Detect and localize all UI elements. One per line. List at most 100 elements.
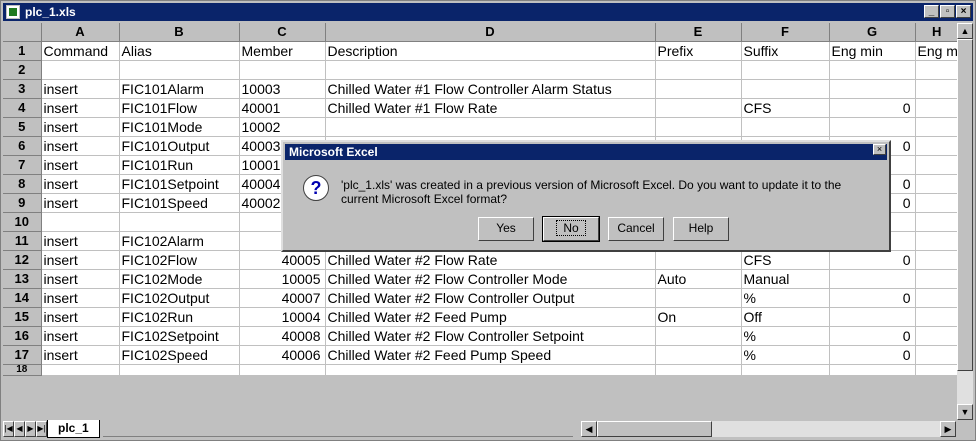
cell[interactable]: FIC101Output: [119, 136, 240, 156]
cell[interactable]: FIC101Mode: [119, 117, 240, 137]
cell[interactable]: [655, 364, 742, 376]
cell[interactable]: 40008: [239, 326, 326, 346]
vertical-scrollbar[interactable]: ▲ ▼: [957, 23, 973, 420]
column-header[interactable]: B: [119, 23, 240, 42]
scroll-right-arrow-icon[interactable]: ▶: [940, 421, 956, 437]
cell[interactable]: Prefix: [655, 41, 742, 61]
cell[interactable]: [239, 364, 326, 376]
cell[interactable]: insert: [41, 193, 120, 213]
last-sheet-arrow-icon[interactable]: ▶|: [36, 421, 47, 437]
row-header[interactable]: 13: [3, 269, 42, 289]
cell[interactable]: 0: [829, 250, 916, 270]
row-header[interactable]: 14: [3, 288, 42, 308]
row-header[interactable]: 17: [3, 345, 42, 365]
cell[interactable]: [655, 326, 742, 346]
cell[interactable]: FIC102Mode: [119, 269, 240, 289]
cell[interactable]: 40007: [239, 288, 326, 308]
scroll-left-arrow-icon[interactable]: ◀: [581, 421, 597, 437]
cell[interactable]: Alias: [119, 41, 240, 61]
cell[interactable]: insert: [41, 174, 120, 194]
cell[interactable]: 0: [829, 326, 916, 346]
cell[interactable]: Chilled Water #2 Flow Controller Setpoin…: [325, 326, 656, 346]
cell[interactable]: [741, 364, 830, 376]
vertical-scroll-thumb[interactable]: [957, 39, 973, 371]
prev-sheet-arrow-icon[interactable]: ◀: [14, 421, 25, 437]
cell[interactable]: [829, 364, 916, 376]
cancel-button[interactable]: Cancel: [608, 217, 664, 241]
cell[interactable]: Auto: [655, 269, 742, 289]
row-header[interactable]: 10: [3, 212, 42, 232]
cell[interactable]: Eng m: [915, 41, 959, 61]
window-titlebar[interactable]: plc_1.xls _ ▫ ×: [3, 3, 973, 21]
cell[interactable]: [915, 269, 959, 289]
cell[interactable]: FIC101Run: [119, 155, 240, 175]
cell[interactable]: Chilled Water #1 Flow Controller Alarm S…: [325, 79, 656, 99]
cell[interactable]: Chilled Water #2 Flow Rate: [325, 250, 656, 270]
scroll-up-arrow-icon[interactable]: ▲: [957, 23, 973, 39]
cell[interactable]: Chilled Water #2 Flow Controller Mode: [325, 269, 656, 289]
row-header[interactable]: 8: [3, 174, 42, 194]
cell[interactable]: 0: [829, 288, 916, 308]
column-header[interactable]: G: [829, 23, 916, 42]
cell[interactable]: insert: [41, 269, 120, 289]
cell[interactable]: [915, 98, 959, 118]
row-header[interactable]: 9: [3, 193, 42, 213]
cell[interactable]: [915, 155, 959, 175]
cell[interactable]: Chilled Water #2 Flow Controller Output: [325, 288, 656, 308]
cell[interactable]: [829, 117, 916, 137]
cell[interactable]: insert: [41, 345, 120, 365]
horizontal-scrollbar[interactable]: ◀ ▶: [581, 421, 956, 437]
cell[interactable]: [119, 364, 240, 376]
next-sheet-arrow-icon[interactable]: ▶: [25, 421, 36, 437]
help-button[interactable]: Help: [673, 217, 729, 241]
row-header[interactable]: 11: [3, 231, 42, 251]
scroll-down-arrow-icon[interactable]: ▼: [957, 404, 973, 420]
row-header[interactable]: 16: [3, 326, 42, 346]
cell[interactable]: 10003: [239, 79, 326, 99]
cell[interactable]: [915, 307, 959, 327]
cell[interactable]: [41, 364, 120, 376]
cell[interactable]: FIC102Alarm: [119, 231, 240, 251]
cell[interactable]: Off: [741, 307, 830, 327]
cell[interactable]: [915, 326, 959, 346]
cell[interactable]: [41, 212, 120, 232]
cell[interactable]: Member: [239, 41, 326, 61]
row-header[interactable]: 6: [3, 136, 42, 156]
cell[interactable]: [829, 269, 916, 289]
cell[interactable]: FIC102Flow: [119, 250, 240, 270]
cell[interactable]: [655, 288, 742, 308]
cell[interactable]: 40001: [239, 98, 326, 118]
cell[interactable]: 40006: [239, 345, 326, 365]
cell[interactable]: [741, 79, 830, 99]
cell[interactable]: FIC101Speed: [119, 193, 240, 213]
column-header[interactable]: D: [325, 23, 656, 42]
cell[interactable]: On: [655, 307, 742, 327]
row-header[interactable]: 12: [3, 250, 42, 270]
cell[interactable]: [741, 117, 830, 137]
select-all-corner[interactable]: [3, 23, 42, 42]
row-header[interactable]: 5: [3, 117, 42, 137]
cell[interactable]: insert: [41, 98, 120, 118]
cell[interactable]: Chilled Water #1 Flow Rate: [325, 98, 656, 118]
cell[interactable]: [829, 60, 916, 80]
row-header[interactable]: 18: [3, 364, 42, 376]
cell[interactable]: [655, 79, 742, 99]
cell[interactable]: 40005: [239, 250, 326, 270]
cell[interactable]: [741, 60, 830, 80]
column-header[interactable]: A: [41, 23, 120, 42]
cell[interactable]: [655, 98, 742, 118]
cell[interactable]: Chilled Water #2 Feed Pump: [325, 307, 656, 327]
cell[interactable]: Suffix: [741, 41, 830, 61]
cell[interactable]: insert: [41, 231, 120, 251]
row-header[interactable]: 4: [3, 98, 42, 118]
cell[interactable]: insert: [41, 307, 120, 327]
cell[interactable]: insert: [41, 136, 120, 156]
dialog-title[interactable]: Microsoft Excel: [285, 144, 887, 160]
cell[interactable]: [915, 231, 959, 251]
cell[interactable]: Chilled Water #2 Feed Pump Speed: [325, 345, 656, 365]
cell[interactable]: Eng min: [829, 41, 916, 61]
cell[interactable]: [41, 60, 120, 80]
column-header[interactable]: F: [741, 23, 830, 42]
cell[interactable]: [915, 193, 959, 213]
cell[interactable]: insert: [41, 79, 120, 99]
